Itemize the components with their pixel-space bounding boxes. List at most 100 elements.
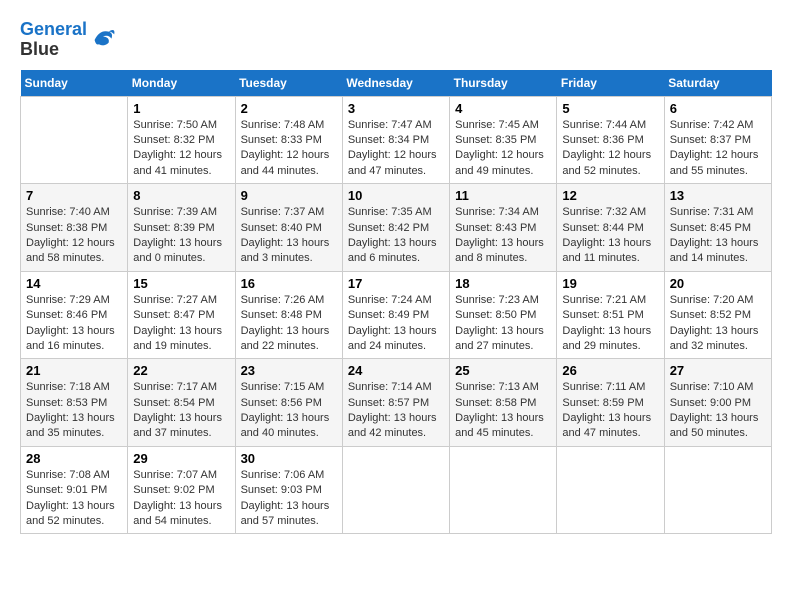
day-number: 23 [241, 363, 337, 378]
day-of-week-header: Wednesday [342, 70, 449, 97]
calendar-day-cell: 29 Sunrise: 7:07 AMSunset: 9:02 PMDayligh… [128, 446, 235, 534]
calendar-day-cell [557, 446, 664, 534]
day-info: Sunrise: 7:08 AMSunset: 9:01 PMDaylight:… [26, 468, 122, 530]
day-number: 12 [562, 188, 658, 203]
day-number: 13 [670, 188, 766, 203]
day-of-week-header: Thursday [450, 70, 557, 97]
calendar-day-cell: 16 Sunrise: 7:26 AMSunset: 8:48 PMDayligh… [235, 271, 342, 359]
calendar-day-cell: 4 Sunrise: 7:45 AMSunset: 8:35 PMDaylight… [450, 96, 557, 184]
calendar-day-cell [342, 446, 449, 534]
day-of-week-header: Saturday [664, 70, 771, 97]
day-number: 10 [348, 188, 444, 203]
day-info: Sunrise: 7:34 AMSunset: 8:43 PMDaylight:… [455, 205, 551, 267]
day-number: 18 [455, 276, 551, 291]
day-info: Sunrise: 7:18 AMSunset: 8:53 PMDaylight:… [26, 380, 122, 442]
day-number: 21 [26, 363, 122, 378]
day-info: Sunrise: 7:24 AMSunset: 8:49 PMDaylight:… [348, 293, 444, 355]
calendar-day-cell: 7Sunrise: 7:40 AMSunset: 8:38 PMDaylight… [21, 184, 128, 272]
day-number: 26 [562, 363, 658, 378]
calendar-day-cell [664, 446, 771, 534]
calendar-day-cell [450, 446, 557, 534]
calendar-day-cell: 9 Sunrise: 7:37 AMSunset: 8:40 PMDaylight… [235, 184, 342, 272]
calendar-day-cell: 24 Sunrise: 7:14 AMSunset: 8:57 PMDayligh… [342, 359, 449, 447]
day-info: Sunrise: 7:06 AMSunset: 9:03 PMDaylight:… [241, 468, 337, 530]
calendar-day-cell: 11Sunrise: 7:34 AMSunset: 8:43 PMDayligh… [450, 184, 557, 272]
calendar-week-row: 7Sunrise: 7:40 AMSunset: 8:38 PMDaylight… [21, 184, 772, 272]
calendar-day-cell: 19 Sunrise: 7:21 AMSunset: 8:51 PMDayligh… [557, 271, 664, 359]
day-number: 24 [348, 363, 444, 378]
calendar-table: SundayMondayTuesdayWednesdayThursdayFrid… [20, 70, 772, 535]
calendar-day-cell: 23 Sunrise: 7:15 AMSunset: 8:56 PMDayligh… [235, 359, 342, 447]
day-number: 1 [133, 101, 229, 116]
day-of-week-header: Monday [128, 70, 235, 97]
logo-bird-icon [89, 26, 117, 54]
day-info: Sunrise: 7:27 AMSunset: 8:47 PMDaylight:… [133, 293, 229, 355]
calendar-day-cell: 10Sunrise: 7:35 AMSunset: 8:42 PMDayligh… [342, 184, 449, 272]
day-of-week-header: Sunday [21, 70, 128, 97]
day-info: Sunrise: 7:39 AMSunset: 8:39 PMDaylight:… [133, 205, 229, 267]
calendar-day-cell: 8Sunrise: 7:39 AMSunset: 8:39 PMDaylight… [128, 184, 235, 272]
calendar-day-cell: 26Sunrise: 7:11 AMSunset: 8:59 PMDayligh… [557, 359, 664, 447]
day-number: 16 [241, 276, 337, 291]
day-info: Sunrise: 7:07 AMSunset: 9:02 PMDaylight:… [133, 468, 229, 530]
day-number: 9 [241, 188, 337, 203]
day-info: Sunrise: 7:23 AMSunset: 8:50 PMDaylight:… [455, 293, 551, 355]
day-info: Sunrise: 7:13 AMSunset: 8:58 PMDaylight:… [455, 380, 551, 442]
day-number: 5 [562, 101, 658, 116]
day-info: Sunrise: 7:45 AMSunset: 8:35 PMDaylight:… [455, 118, 551, 180]
day-number: 30 [241, 451, 337, 466]
day-number: 2 [241, 101, 337, 116]
calendar-week-row: 21 Sunrise: 7:18 AMSunset: 8:53 PMDayligh… [21, 359, 772, 447]
calendar-week-row: 1 Sunrise: 7:50 AMSunset: 8:32 PMDaylight… [21, 96, 772, 184]
day-number: 25 [455, 363, 551, 378]
day-info: Sunrise: 7:26 AMSunset: 8:48 PMDaylight:… [241, 293, 337, 355]
day-number: 7 [26, 188, 122, 203]
calendar-week-row: 14Sunrise: 7:29 AMSunset: 8:46 PMDayligh… [21, 271, 772, 359]
logo: GeneralBlue [20, 20, 117, 60]
logo-text: GeneralBlue [20, 20, 87, 60]
calendar-day-cell: 28 Sunrise: 7:08 AMSunset: 9:01 PMDayligh… [21, 446, 128, 534]
calendar-day-cell: 30 Sunrise: 7:06 AMSunset: 9:03 PMDayligh… [235, 446, 342, 534]
day-number: 4 [455, 101, 551, 116]
calendar-header-row: SundayMondayTuesdayWednesdayThursdayFrid… [21, 70, 772, 97]
calendar-day-cell: 17 Sunrise: 7:24 AMSunset: 8:49 PMDayligh… [342, 271, 449, 359]
day-number: 20 [670, 276, 766, 291]
calendar-day-cell: 21 Sunrise: 7:18 AMSunset: 8:53 PMDayligh… [21, 359, 128, 447]
calendar-day-cell: 2 Sunrise: 7:48 AMSunset: 8:33 PMDaylight… [235, 96, 342, 184]
day-info: Sunrise: 7:17 AMSunset: 8:54 PMDaylight:… [133, 380, 229, 442]
calendar-day-cell: 20 Sunrise: 7:20 AMSunset: 8:52 PMDayligh… [664, 271, 771, 359]
calendar-day-cell: 18 Sunrise: 7:23 AMSunset: 8:50 PMDayligh… [450, 271, 557, 359]
page-header: GeneralBlue [20, 20, 772, 60]
day-info: Sunrise: 7:10 AMSunset: 9:00 PMDaylight:… [670, 380, 766, 442]
day-of-week-header: Tuesday [235, 70, 342, 97]
day-number: 15 [133, 276, 229, 291]
calendar-day-cell: 3Sunrise: 7:47 AMSunset: 8:34 PMDaylight… [342, 96, 449, 184]
day-info: Sunrise: 7:20 AMSunset: 8:52 PMDaylight:… [670, 293, 766, 355]
day-number: 22 [133, 363, 229, 378]
calendar-day-cell: 27 Sunrise: 7:10 AMSunset: 9:00 PMDayligh… [664, 359, 771, 447]
day-info: Sunrise: 7:32 AMSunset: 8:44 PMDaylight:… [562, 205, 658, 267]
day-of-week-header: Friday [557, 70, 664, 97]
calendar-day-cell: 1 Sunrise: 7:50 AMSunset: 8:32 PMDaylight… [128, 96, 235, 184]
day-info: Sunrise: 7:29 AMSunset: 8:46 PMDaylight:… [26, 293, 122, 355]
day-number: 29 [133, 451, 229, 466]
day-number: 3 [348, 101, 444, 116]
day-info: Sunrise: 7:48 AMSunset: 8:33 PMDaylight:… [241, 118, 337, 180]
day-info: Sunrise: 7:44 AMSunset: 8:36 PMDaylight:… [562, 118, 658, 180]
day-info: Sunrise: 7:37 AMSunset: 8:40 PMDaylight:… [241, 205, 337, 267]
day-number: 27 [670, 363, 766, 378]
calendar-day-cell: 5 Sunrise: 7:44 AMSunset: 8:36 PMDaylight… [557, 96, 664, 184]
day-info: Sunrise: 7:14 AMSunset: 8:57 PMDaylight:… [348, 380, 444, 442]
day-info: Sunrise: 7:21 AMSunset: 8:51 PMDaylight:… [562, 293, 658, 355]
day-info: Sunrise: 7:50 AMSunset: 8:32 PMDaylight:… [133, 118, 229, 180]
calendar-day-cell: 22 Sunrise: 7:17 AMSunset: 8:54 PMDayligh… [128, 359, 235, 447]
day-number: 19 [562, 276, 658, 291]
calendar-day-cell: 12 Sunrise: 7:32 AMSunset: 8:44 PMDayligh… [557, 184, 664, 272]
day-info: Sunrise: 7:42 AMSunset: 8:37 PMDaylight:… [670, 118, 766, 180]
calendar-day-cell: 15 Sunrise: 7:27 AMSunset: 8:47 PMDayligh… [128, 271, 235, 359]
day-number: 17 [348, 276, 444, 291]
day-number: 28 [26, 451, 122, 466]
day-info: Sunrise: 7:15 AMSunset: 8:56 PMDaylight:… [241, 380, 337, 442]
calendar-day-cell: 25 Sunrise: 7:13 AMSunset: 8:58 PMDayligh… [450, 359, 557, 447]
day-number: 6 [670, 101, 766, 116]
